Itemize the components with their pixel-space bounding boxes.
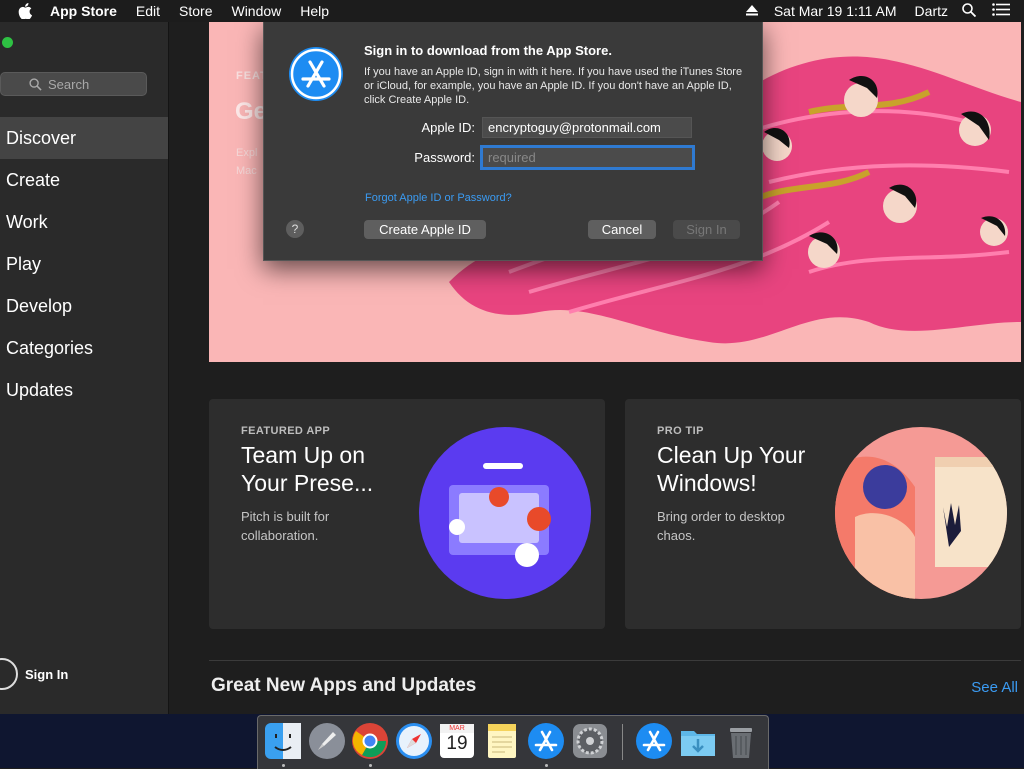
card-illustration — [419, 427, 591, 599]
card-title: Team Up on Your Prese... — [241, 442, 374, 496]
see-all-link[interactable]: See All — [971, 679, 1018, 696]
sidebar-item-develop[interactable]: Develop — [0, 285, 168, 327]
sidebar-item-categories[interactable]: Categories — [0, 327, 168, 369]
card-description: Pitch is built for collaboration. — [241, 509, 330, 543]
section-divider — [209, 660, 1021, 661]
sidebar-item-label: Categories — [6, 337, 94, 358]
sidebar: Search Discover Create Work Play Develop… — [0, 22, 169, 714]
running-indicator — [545, 764, 548, 767]
search-icon — [29, 77, 42, 91]
featured-app-card[interactable]: FEATURED APP Team Up on Your Prese... Pi… — [209, 399, 605, 629]
sidebar-sign-in[interactable]: Sign In — [0, 658, 68, 690]
dialog-message: If you have an Apple ID, sign in with it… — [364, 66, 743, 106]
sidebar-item-play[interactable]: Play — [0, 243, 168, 285]
safari-icon[interactable] — [395, 722, 433, 760]
running-indicator — [369, 764, 372, 767]
spotlight-search-icon[interactable] — [962, 2, 977, 20]
eject-icon[interactable] — [745, 3, 758, 19]
forgot-password-link[interactable]: Forgot Apple ID or Password? — [365, 192, 512, 204]
menu-window[interactable]: Window — [231, 3, 281, 19]
dialog-title: Sign in to download from the App Store. — [364, 43, 612, 58]
menu-edit[interactable]: Edit — [136, 3, 160, 19]
app-store-download-icon[interactable] — [635, 722, 673, 760]
calendar-month: MAR — [449, 725, 465, 732]
apple-id-label: Apple ID: — [421, 120, 475, 135]
sidebar-item-label: Discover — [6, 127, 77, 148]
sidebar-item-label: Updates — [6, 379, 74, 400]
app-store-logo-icon — [288, 46, 344, 102]
card-title: Clean Up Your Windows! — [657, 442, 806, 496]
sidebar-item-create[interactable]: Create — [0, 159, 168, 201]
sidebar-item-label: Develop — [6, 295, 73, 316]
sidebar-item-label: Create — [6, 169, 61, 190]
apple-menu-icon[interactable] — [14, 0, 36, 22]
chrome-icon[interactable] — [351, 722, 389, 760]
pro-tip-card[interactable]: PRO TIP Clean Up Your Windows! Bring ord… — [625, 399, 1021, 629]
sign-in-label: Sign In — [25, 666, 69, 682]
apple-id-field[interactable]: encryptoguy@protonmail.com — [482, 117, 692, 138]
help-button[interactable]: ? — [286, 220, 304, 238]
calendar-day: 19 — [446, 733, 468, 754]
finder-icon[interactable] — [264, 722, 302, 760]
sidebar-item-label: Play — [6, 253, 42, 274]
menu-app-name[interactable]: App Store — [50, 3, 117, 19]
card-eyebrow: FEATURED APP — [241, 425, 331, 437]
sidebar-item-discover[interactable]: Discover — [0, 117, 168, 159]
apple-id-value: encryptoguy@protonmail.com — [488, 120, 661, 135]
menu-help[interactable]: Help — [300, 3, 329, 19]
notification-center-icon[interactable] — [992, 3, 1010, 19]
calendar-icon[interactable]: MAR 19 — [438, 722, 476, 760]
sign-in-button[interactable]: Sign In — [673, 220, 740, 239]
search-field[interactable]: Search — [0, 72, 147, 96]
sidebar-item-label: Work — [6, 211, 48, 232]
card-illustration — [835, 427, 1007, 599]
password-placeholder: required — [488, 150, 536, 165]
launchpad-icon[interactable] — [308, 722, 346, 760]
cancel-button[interactable]: Cancel — [588, 220, 656, 239]
password-field[interactable]: required — [480, 145, 695, 170]
section-title: Great New Apps and Updates — [211, 675, 477, 696]
menu-bar: App Store Edit Store Window Help Sat Mar… — [0, 0, 1024, 22]
notes-icon[interactable] — [483, 722, 521, 760]
card-description: Bring order to desktop chaos. — [657, 509, 785, 543]
running-indicator — [282, 764, 285, 767]
sign-in-dialog: Sign in to download from the App Store. … — [263, 22, 763, 261]
card-eyebrow: PRO TIP — [657, 425, 704, 437]
user-name[interactable]: Dartz — [915, 3, 948, 19]
trash-icon[interactable] — [722, 722, 760, 760]
window-zoom-button[interactable] — [2, 37, 13, 48]
downloads-folder-icon[interactable] — [679, 722, 717, 760]
clock[interactable]: Sat Mar 19 1:11 AM — [774, 3, 897, 19]
create-apple-id-button[interactable]: Create Apple ID — [364, 220, 486, 239]
avatar-icon — [0, 658, 18, 690]
password-label: Password: — [414, 150, 475, 165]
dock: MAR 19 — [257, 715, 769, 769]
app-store-dock-icon[interactable] — [527, 722, 565, 760]
dock-separator — [622, 724, 623, 760]
system-preferences-icon[interactable] — [571, 722, 609, 760]
sidebar-item-work[interactable]: Work — [0, 201, 168, 243]
search-placeholder: Search — [48, 76, 90, 92]
sidebar-item-updates[interactable]: Updates — [0, 369, 168, 411]
menu-store[interactable]: Store — [179, 3, 212, 19]
